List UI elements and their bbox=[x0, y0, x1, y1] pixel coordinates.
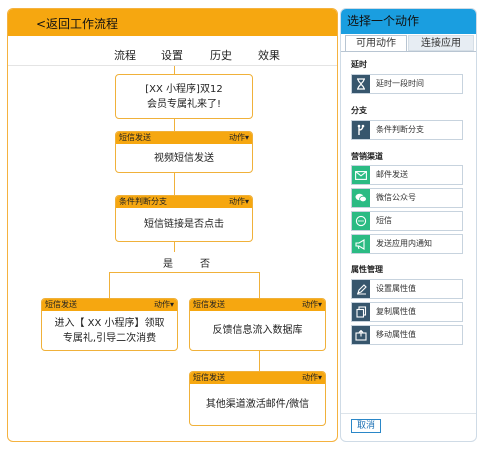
action-item-set-attribute[interactable]: 设置属性值 bbox=[351, 279, 463, 299]
action-item-label: 邮件发送 bbox=[376, 170, 408, 179]
section-title-delay: 延时 bbox=[351, 60, 367, 69]
megaphone-icon bbox=[352, 235, 370, 253]
sms-icon bbox=[352, 212, 370, 230]
action-item-wechat[interactable]: 微信公众号 bbox=[351, 188, 463, 208]
action-item-in-app-notify[interactable]: 发送应用内通知 bbox=[351, 234, 463, 254]
node-action-dropdown[interactable]: 动作▾ bbox=[229, 196, 249, 208]
sms-node-no-2[interactable]: 短信发送 动作▾ 其他渠道激活邮件/微信 bbox=[189, 371, 326, 426]
node-action-dropdown[interactable]: 动作▾ bbox=[302, 372, 322, 384]
connector-line bbox=[174, 66, 175, 74]
action-item-label: 移动属性值 bbox=[376, 330, 416, 339]
action-item-label: 设置属性值 bbox=[376, 284, 416, 293]
action-item-delay[interactable]: 延时一段时间 bbox=[351, 74, 463, 94]
node-text: 短信链接是否点击 bbox=[144, 219, 224, 230]
connector-line bbox=[109, 272, 110, 298]
action-item-label: 条件判断分支 bbox=[376, 125, 424, 134]
node-type-label: 短信发送 bbox=[45, 300, 77, 309]
section-title-attributes: 属性管理 bbox=[351, 265, 383, 274]
copy-icon bbox=[352, 303, 370, 321]
sms-node-yes[interactable]: 短信发送 动作▾ 进入【 XX 小程序】领取 专属礼,引导二次消费 bbox=[41, 298, 178, 351]
action-item-label: 微信公众号 bbox=[376, 193, 416, 202]
pencil-icon bbox=[352, 280, 370, 298]
wechat-icon bbox=[352, 189, 370, 207]
section-title-branch: 分支 bbox=[351, 106, 367, 115]
connector-line bbox=[174, 242, 175, 252]
action-item-condition-branch[interactable]: 条件判断分支 bbox=[351, 120, 463, 140]
section-title-marketing: 营销渠道 bbox=[351, 152, 383, 161]
action-picker-panel: 选择一个动作 可用动作 连接应用 延时 延时一段时间 分支 条件判断分支 营销渠… bbox=[340, 8, 477, 442]
tabs-divider bbox=[8, 65, 337, 66]
node-header: 短信发送 动作▾ bbox=[42, 299, 177, 311]
action-item-copy-attribute[interactable]: 复制属性值 bbox=[351, 302, 463, 322]
branch-yes-label: 是 bbox=[163, 259, 173, 270]
node-text: 反馈信息流入数据库 bbox=[212, 325, 303, 336]
tab-available-actions[interactable]: 可用动作 bbox=[345, 35, 407, 51]
node-type-label: 短信发送 bbox=[193, 373, 225, 382]
node-action-dropdown[interactable]: 动作▾ bbox=[229, 132, 249, 144]
node-header: 短信发送 动作▾ bbox=[190, 299, 325, 311]
condition-node[interactable]: 条件判断分支 动作▾ 短信链接是否点击 bbox=[115, 195, 253, 242]
action-item-email[interactable]: 邮件发送 bbox=[351, 165, 463, 185]
node-action-dropdown[interactable]: 动作▾ bbox=[302, 299, 322, 311]
connector-line bbox=[174, 173, 175, 195]
move-icon bbox=[352, 326, 370, 344]
sms-node-video[interactable]: 短信发送 动作▾ 视频短信发送 bbox=[115, 131, 253, 173]
connector-line bbox=[109, 272, 259, 273]
branch-no-label: 否 bbox=[200, 259, 210, 270]
mail-icon bbox=[352, 166, 370, 184]
node-text: 进入【 XX 小程序】领取 专属礼,引导二次消费 bbox=[54, 317, 165, 344]
action-item-sms[interactable]: 短信 bbox=[351, 211, 463, 231]
connector-line bbox=[259, 351, 260, 371]
node-header: 条件判断分支 动作▾ bbox=[116, 196, 252, 208]
cancel-button[interactable]: 取消 bbox=[351, 419, 381, 433]
back-to-workflow-link[interactable]: <返回工作流程 bbox=[36, 15, 118, 32]
tab-connected-apps[interactable]: 连接应用 bbox=[408, 35, 474, 51]
sms-node-no[interactable]: 短信发送 动作▾ 反馈信息流入数据库 bbox=[189, 298, 326, 351]
connector-line bbox=[174, 119, 175, 131]
workflow-tabs: 流程 设置 历史 效果 bbox=[8, 47, 337, 66]
node-type-label: 条件判断分支 bbox=[119, 197, 167, 206]
trigger-node[interactable]: [XX 小程序]双12 会员专属礼来了! bbox=[115, 74, 253, 119]
node-header: 短信发送 动作▾ bbox=[190, 372, 325, 384]
node-header: 短信发送 动作▾ bbox=[116, 132, 252, 144]
panel-tabs-divider bbox=[341, 51, 476, 52]
panel-title: 选择一个动作 bbox=[341, 9, 476, 34]
tab-flow[interactable]: 流程 bbox=[112, 47, 138, 66]
tab-effect[interactable]: 效果 bbox=[258, 47, 280, 63]
connector-line bbox=[259, 272, 260, 298]
node-type-label: 短信发送 bbox=[193, 300, 225, 309]
tab-settings[interactable]: 设置 bbox=[161, 47, 183, 63]
action-item-label: 延时一段时间 bbox=[376, 79, 424, 88]
hourglass-icon bbox=[352, 75, 370, 93]
workflow-canvas: <返回工作流程 流程 设置 历史 效果 [XX 小程序]双12 会员专属礼来了!… bbox=[7, 8, 338, 442]
panel-footer-divider bbox=[341, 413, 476, 414]
action-item-move-attribute[interactable]: 移动属性值 bbox=[351, 325, 463, 345]
node-action-dropdown[interactable]: 动作▾ bbox=[154, 299, 174, 311]
action-item-label: 发送应用内通知 bbox=[376, 239, 432, 248]
branch-icon bbox=[352, 121, 370, 139]
action-item-label: 短信 bbox=[376, 216, 392, 225]
node-text: 其他渠道激活邮件/微信 bbox=[205, 399, 310, 410]
tab-history[interactable]: 历史 bbox=[210, 47, 232, 63]
workflow-header: <返回工作流程 bbox=[8, 9, 337, 36]
node-type-label: 短信发送 bbox=[119, 133, 151, 142]
action-item-label: 复制属性值 bbox=[376, 307, 416, 316]
trigger-node-text: [XX 小程序]双12 会员专属礼来了! bbox=[145, 83, 223, 110]
node-text: 视频短信发送 bbox=[154, 152, 214, 164]
